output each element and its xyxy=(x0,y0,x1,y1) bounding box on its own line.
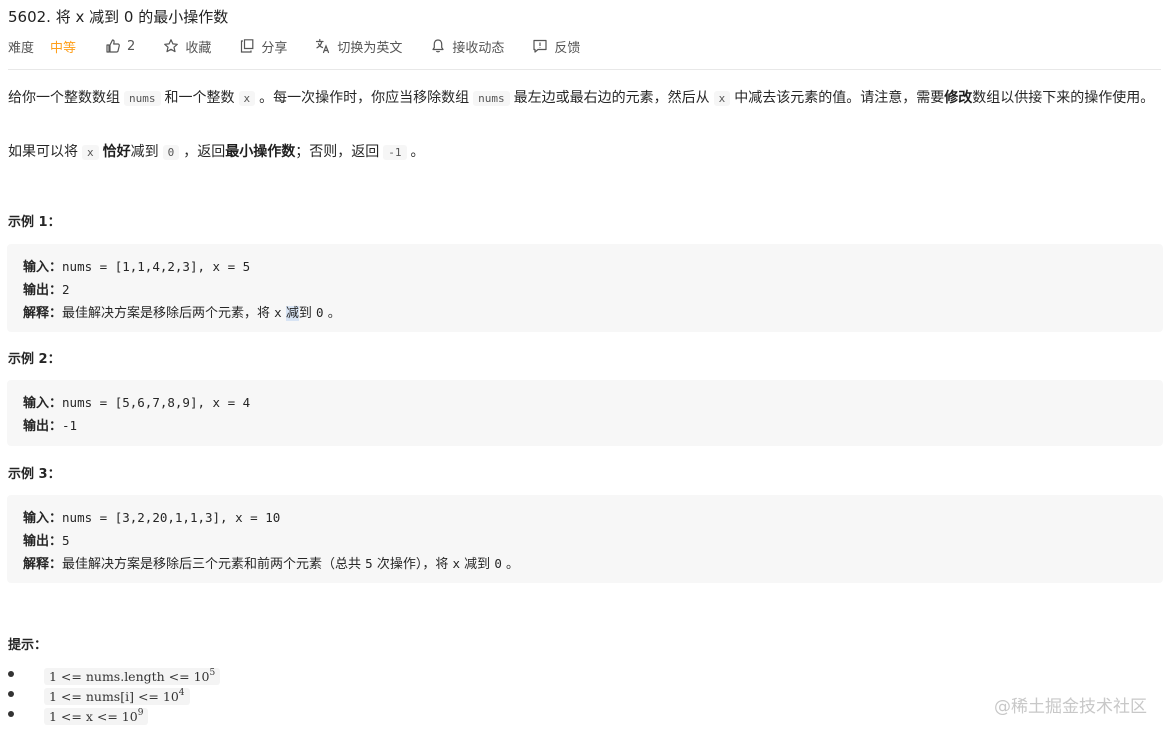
example-1-block: 输入：nums = [1,1,4,2,3], x = 5 输出：2 解释：最佳解… xyxy=(7,244,1163,332)
share-label: 分享 xyxy=(261,40,288,56)
thumbs-up-icon xyxy=(106,39,120,53)
subscribe-button[interactable]: 接收动态 xyxy=(430,37,504,56)
star-icon xyxy=(164,39,179,53)
inline-code: x xyxy=(238,91,256,106)
feedback-label: 反馈 xyxy=(554,40,581,56)
list-item: 1 <= nums.length <= 105 xyxy=(7,663,221,685)
description-paragraph-2: 如果可以将 x 恰好减到 0 ，返回最小操作数；否则，返回 -1。 xyxy=(8,144,425,160)
difficulty-label: 难度 xyxy=(8,40,35,56)
inline-code: nums xyxy=(124,91,161,106)
like-count: 2 xyxy=(127,38,136,54)
bell-icon xyxy=(432,39,444,53)
example-input: nums = [5,6,7,8,9], x = 4 xyxy=(62,395,251,410)
favorite-button[interactable]: 收藏 xyxy=(163,37,211,56)
feedback-button[interactable]: 反馈 xyxy=(532,37,580,56)
example-2-title: 示例 2： xyxy=(8,352,61,367)
translate-icon xyxy=(316,38,330,54)
example-output: 5 xyxy=(62,533,70,548)
example-3-block: 输入：nums = [3,2,20,1,1,3], x = 10 输出：5 解释… xyxy=(7,495,1163,583)
difficulty-badge: 中等 xyxy=(50,40,77,56)
example-3-title: 示例 3： xyxy=(8,467,61,482)
example-input: nums = [3,2,20,1,1,3], x = 10 xyxy=(62,510,281,525)
example-2-block: 输入：nums = [5,6,7,8,9], x = 4 输出：-1 xyxy=(7,380,1163,446)
share-button[interactable]: 分享 xyxy=(239,37,287,56)
inline-code: 0 xyxy=(162,145,180,160)
inline-code: nums xyxy=(473,91,510,106)
hints-title: 提示： xyxy=(8,638,48,653)
share-icon xyxy=(241,39,254,53)
inline-code: x xyxy=(82,145,99,160)
inline-code: x xyxy=(713,91,731,106)
constraint-code: 1 <= x <= 109 xyxy=(44,708,149,725)
inline-code: -1 xyxy=(383,145,407,160)
problem-title: 5602. 将 x 减到 0 的最小操作数 xyxy=(8,8,229,26)
divider xyxy=(8,69,1161,70)
example-output: -1 xyxy=(62,418,78,433)
watermark: @稀土掘金技术社区 xyxy=(994,697,1147,717)
list-item: 1 <= x <= 109 xyxy=(7,703,220,725)
description-paragraph-1: 给你一个整数数组 nums 和一个整数 x 。每一次操作时，你应当移除数组 nums 最左边… xyxy=(8,90,1155,106)
like-button[interactable]: 2 xyxy=(105,38,135,54)
hints-list: 1 <= nums.length <= 105 1 <= nums[i] <= … xyxy=(7,663,221,725)
example-output: 2 xyxy=(62,282,70,297)
example-input: nums = [1,1,4,2,3], x = 5 xyxy=(62,259,251,274)
switch-language-button[interactable]: 切换为英文 xyxy=(315,37,402,56)
feedback-icon xyxy=(533,39,547,53)
example-1-title: 示例 1： xyxy=(8,215,61,230)
favorite-label: 收藏 xyxy=(185,40,212,56)
meta-bar: 难度 中等 2 收藏 分享 切换为英文 接收动态 反馈 xyxy=(8,36,608,56)
subscribe-label: 接收动态 xyxy=(452,40,505,56)
switch-language-label: 切换为英文 xyxy=(337,40,403,56)
list-item: 1 <= nums[i] <= 104 xyxy=(7,683,220,705)
text-selection-highlight: 减 xyxy=(285,306,299,321)
